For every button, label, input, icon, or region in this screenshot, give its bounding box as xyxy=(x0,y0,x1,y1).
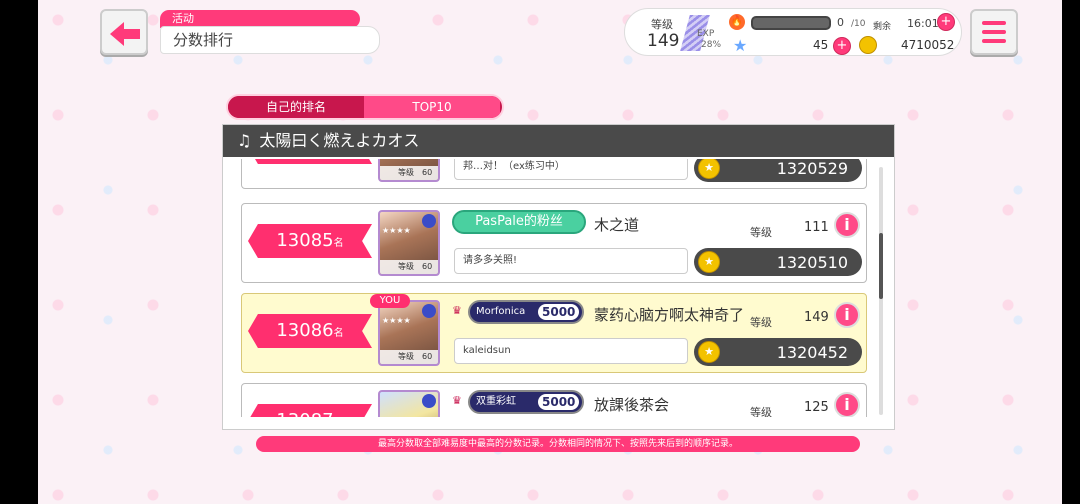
exp-percent: 28% xyxy=(701,40,722,50)
ranking-list[interactable]: 等级 60 邦…对！（ex练习中） ★ 1320529 13085名 ★★★★ 等… xyxy=(223,159,894,417)
add-stars-button[interactable]: + xyxy=(833,37,851,55)
player-comment: kaleidsun xyxy=(454,338,688,364)
music-note-icon: ♫ xyxy=(237,131,252,150)
player-level: 125 xyxy=(804,400,829,415)
player-comment: 邦…对！（ex练习中） xyxy=(454,159,688,180)
player-info-button[interactable]: i xyxy=(834,212,860,238)
band-score: 5000 xyxy=(538,304,580,320)
remaining-label: 剩余 xyxy=(873,22,892,32)
exp-label: EXP xyxy=(697,29,715,39)
ranking-row[interactable]: 等级 60 邦…对！（ex练习中） ★ 1320529 xyxy=(241,159,867,189)
card-level: 60 xyxy=(422,262,433,271)
player-name: 蒙药心脑方啊太神奇了 xyxy=(594,306,745,324)
level-label: 等级 xyxy=(651,18,673,31)
band-score: 5000 xyxy=(538,394,580,410)
ranking-row[interactable]: 13087名 ♛ 双重彩虹 5000 放課後茶会 等级 125 i xyxy=(241,383,867,417)
rank-ribbon: 13086名 xyxy=(248,314,372,348)
score-display: ★ 1320529 xyxy=(694,159,862,182)
player-level: 149 xyxy=(804,310,829,325)
title-badge: PasPale的粉丝 xyxy=(452,210,586,234)
you-badge: YOU xyxy=(370,294,410,308)
rank-ribbon: 13085名 xyxy=(248,224,372,258)
song-header: ♫ 太陽曰く燃えよカオス xyxy=(223,125,894,157)
score-display: ★ 1320452 xyxy=(694,338,862,366)
attribute-icon xyxy=(422,304,436,318)
player-level: 149 xyxy=(647,31,680,51)
rank-ribbon: 13087名 xyxy=(248,404,372,417)
player-level: 111 xyxy=(804,220,829,235)
tab-top10[interactable]: TOP10 xyxy=(364,96,500,118)
score-value: 1320452 xyxy=(776,343,848,362)
rank-number: 13087 xyxy=(276,410,333,417)
rarity-stars-icon: ★★★★ xyxy=(382,226,411,235)
player-level-label: 等级 xyxy=(750,316,772,329)
rarity-stars-icon: ★★★★ xyxy=(382,316,411,325)
crown-icon: ♛ xyxy=(452,304,462,317)
ranking-tabs: 自己的排名 TOP10 xyxy=(226,94,504,120)
back-button[interactable] xyxy=(100,9,148,55)
hamburger-icon xyxy=(982,21,1006,25)
score-coin-icon: ★ xyxy=(698,251,720,273)
live-points-bar xyxy=(751,16,831,30)
song-title: 太陽曰く燃えよカオス xyxy=(259,131,420,150)
score-coin-icon: ★ xyxy=(698,159,720,179)
player-info-button[interactable]: i xyxy=(834,302,860,328)
player-info-button[interactable]: i xyxy=(834,392,860,417)
page-title: 分数排行 xyxy=(160,26,380,54)
rank-suffix: 名 xyxy=(333,238,344,249)
score-value: 1320529 xyxy=(776,159,848,178)
card-level-label: 等级 xyxy=(398,352,414,361)
star-gem-icon: ★ xyxy=(733,36,748,55)
player-comment: 请多多关照! xyxy=(454,248,688,274)
player-level-label: 等级 xyxy=(750,406,772,417)
tab-my-rank[interactable]: 自己的排名 xyxy=(228,96,364,118)
player-name: 木之道 xyxy=(594,216,640,234)
card-level-label: 等级 xyxy=(398,168,414,177)
rank-suffix: 名 xyxy=(333,328,344,339)
star-count: 45 xyxy=(813,38,829,52)
player-status-panel: 等级 149 EXP 28% 🔥 0 /10 剩余 16:01 + ★ 45 +… xyxy=(624,8,962,56)
scrollbar-thumb[interactable] xyxy=(879,233,883,299)
ranking-row[interactable]: 13085名 ★★★★ 等级 60 PasPale的粉丝 木之道 等级 111 i… xyxy=(241,203,867,283)
add-live-points-button[interactable]: + xyxy=(937,13,955,31)
rank-number: 13086 xyxy=(276,320,334,341)
player-card-avatar[interactable]: 等级 60 xyxy=(378,159,440,182)
card-level-label: 等级 xyxy=(398,262,414,271)
game-screen: 活动 分数排行 等级 149 EXP 28% 🔥 0 /10 剩余 16:01 … xyxy=(38,0,1062,504)
crown-icon: ♛ xyxy=(452,394,462,407)
ranking-panel: ♫ 太陽曰く燃えよカオス 等级 60 邦…对！（ex练习中） ★ 1320529 1… xyxy=(222,124,895,430)
coin-icon xyxy=(859,36,877,54)
live-points-current: 0 xyxy=(837,16,844,29)
menu-button[interactable] xyxy=(970,9,1018,55)
band-title-badge: ♛ 双重彩虹 5000 xyxy=(452,390,586,414)
player-name: 放課後茶会 xyxy=(594,396,670,414)
player-level-label: 等级 xyxy=(750,226,772,239)
score-coin-icon: ★ xyxy=(698,341,720,363)
band-title-badge: ♛ Morfonica 5000 xyxy=(452,300,586,324)
score-display: ★ 1320510 xyxy=(694,248,862,276)
band-logo: 双重彩虹 5000 xyxy=(468,390,584,414)
player-card-avatar[interactable]: ★★★★ 等级 60 xyxy=(378,210,440,276)
band-name: Morfonica xyxy=(476,306,526,317)
player-card-avatar[interactable]: ★★★★ 等级 60 xyxy=(378,300,440,366)
page-title-box: 活动 分数排行 xyxy=(160,10,380,54)
card-level: 60 xyxy=(422,168,433,177)
attribute-icon xyxy=(422,214,436,228)
player-card-avatar[interactable] xyxy=(378,390,440,417)
ranking-note: 最高分数取全部难易度中最高的分数记录。分数相同的情况下、按照先来后到的顺序记录。 xyxy=(256,436,860,452)
band-logo: Morfonica 5000 xyxy=(468,300,584,324)
list-scrollbar[interactable] xyxy=(879,167,883,415)
rank-number: 13085 xyxy=(276,230,334,251)
flame-icon: 🔥 xyxy=(729,14,745,30)
card-level: 60 xyxy=(422,352,433,361)
remaining-time: 16:01 xyxy=(907,17,939,30)
rank-ribbon xyxy=(248,159,372,164)
live-points-max: /10 xyxy=(851,19,866,29)
band-name: 双重彩虹 xyxy=(476,396,516,407)
score-value: 1320510 xyxy=(776,253,848,272)
attribute-icon xyxy=(422,394,436,408)
ranking-row-self[interactable]: 13086名 ★★★★ 等级 60 YOU ♛ Morfonica 5000 蒙药心… xyxy=(241,293,867,373)
coin-count: 4710052 xyxy=(901,38,955,52)
